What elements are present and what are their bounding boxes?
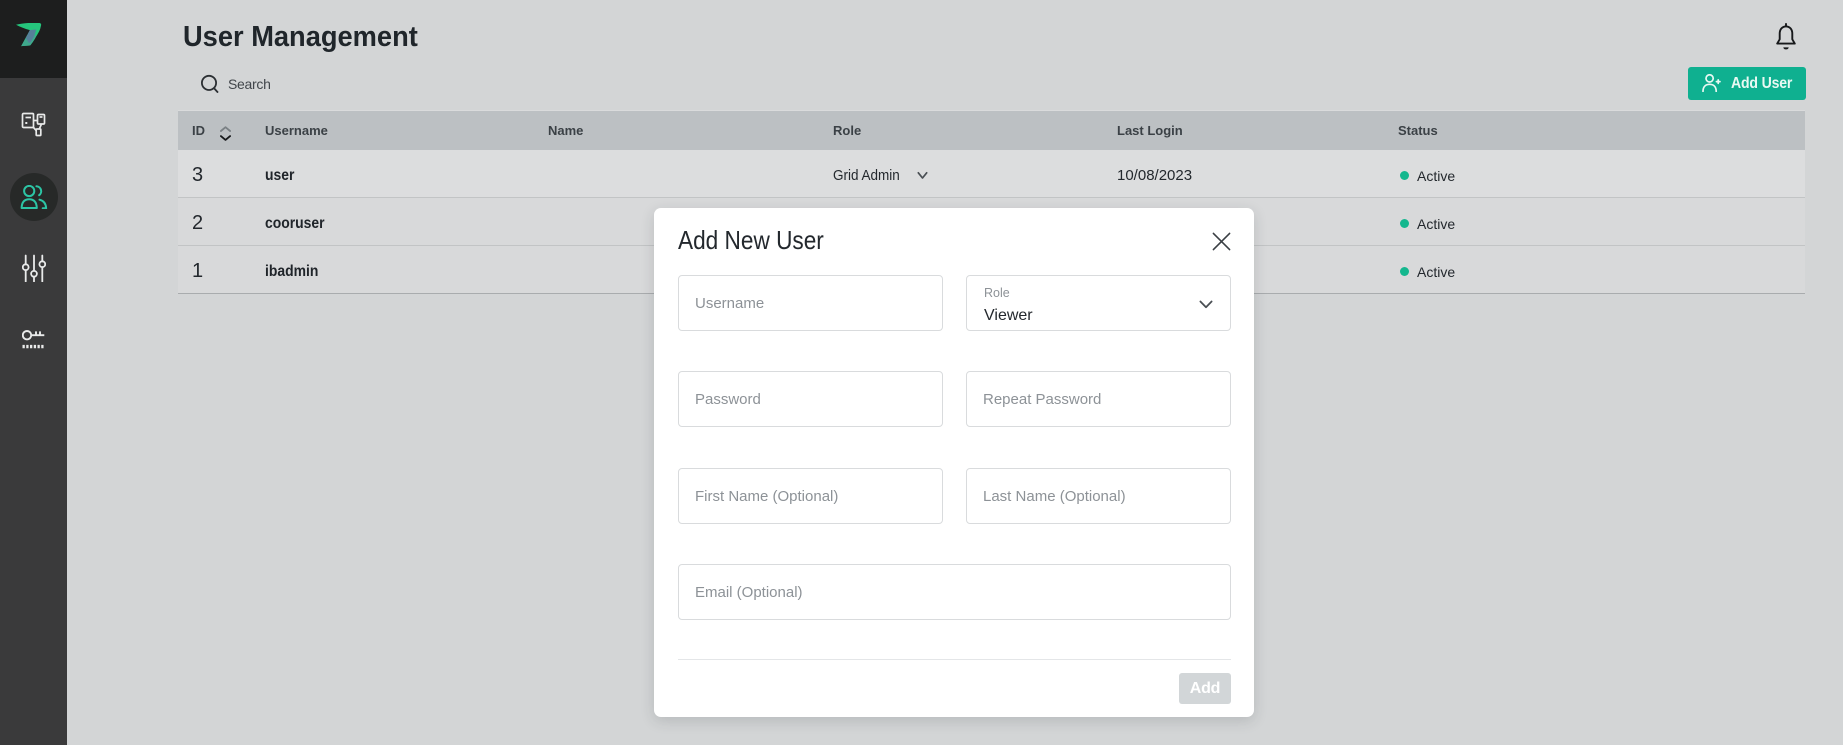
add-user-button[interactable]: Add User: [1688, 67, 1806, 100]
search-input[interactable]: Search: [201, 74, 271, 93]
cell-id: 2: [192, 212, 265, 235]
cell-username: user: [265, 167, 511, 185]
page-title: User Management: [183, 21, 418, 54]
add-user-label: Add User: [1731, 75, 1792, 93]
repeat-password-input[interactable]: [967, 372, 1230, 426]
role-select[interactable]: Role Viewer: [966, 275, 1231, 331]
status-dot-icon: [1400, 171, 1409, 180]
role-select-label: Role: [984, 286, 1010, 300]
username-input[interactable]: [679, 276, 942, 330]
column-header-name[interactable]: Name: [548, 123, 833, 138]
column-header-id[interactable]: ID: [192, 121, 265, 141]
chevron-down-icon: [917, 171, 928, 180]
role-dropdown[interactable]: Grid Admin: [833, 167, 1117, 184]
status-label: Active: [1417, 216, 1455, 232]
password-input[interactable]: [679, 372, 942, 426]
settings-icon: [22, 254, 46, 282]
close-icon: [1212, 232, 1231, 251]
logo-icon: [16, 23, 42, 47]
email-field[interactable]: [678, 564, 1231, 620]
cell-username: ibadmin: [265, 263, 511, 281]
status-dot-icon: [1400, 219, 1409, 228]
last-name-input[interactable]: [967, 469, 1230, 523]
password-field[interactable]: [678, 371, 943, 427]
status-label: Active: [1417, 168, 1455, 184]
role-select-value: Viewer: [984, 307, 1033, 325]
column-header-username[interactable]: Username: [265, 123, 548, 138]
column-header-last-login[interactable]: Last Login: [1117, 123, 1398, 138]
column-header-status[interactable]: Status: [1398, 123, 1805, 138]
first-name-field[interactable]: [678, 468, 943, 524]
sidebar-item-access-keys[interactable]: [0, 310, 67, 368]
app-logo[interactable]: [0, 0, 67, 78]
add-user-icon: [1702, 74, 1721, 92]
cell-id: 1: [192, 260, 265, 283]
email-input[interactable]: [679, 565, 1230, 619]
status-label: Active: [1417, 264, 1455, 280]
last-name-field[interactable]: [966, 468, 1231, 524]
first-name-input[interactable]: [679, 469, 942, 523]
sidebar-item-settings[interactable]: [0, 239, 67, 297]
cluster-icon: [21, 111, 46, 137]
modal-footer-divider: [678, 659, 1231, 660]
users-icon: [20, 185, 48, 209]
search-placeholder: Search: [228, 76, 271, 92]
modal-title: Add New User: [678, 225, 824, 256]
bell-icon: [1775, 22, 1797, 51]
search-icon: [201, 74, 219, 93]
cell-last-login: 10/08/2023: [1117, 167, 1398, 184]
table-row[interactable]: 3user Grid Admin 10/08/2023 Active: [178, 150, 1805, 198]
chevron-down-icon: [1199, 300, 1213, 309]
username-field[interactable]: [678, 275, 943, 331]
notifications-bell-button[interactable]: [1775, 22, 1797, 51]
column-header-role[interactable]: Role: [833, 123, 1117, 138]
role-value: Grid Admin: [833, 167, 900, 184]
add-submit-button[interactable]: Add: [1179, 673, 1231, 704]
sidebar: [0, 0, 67, 745]
cell-username: cooruser: [265, 215, 511, 233]
sidebar-item-users[interactable]: [0, 168, 67, 226]
cell-status: Active: [1398, 168, 1805, 184]
key-icon: [22, 330, 45, 349]
cell-status: Active: [1398, 264, 1805, 280]
cell-id: 3: [192, 164, 265, 187]
add-new-user-modal: Add New User Role Viewer Add: [654, 208, 1254, 717]
modal-close-button[interactable]: [1212, 232, 1231, 251]
table-header-row: ID Username Name Role Last Login Status: [178, 110, 1805, 150]
sidebar-item-cluster[interactable]: [0, 95, 67, 153]
cell-status: Active: [1398, 216, 1805, 232]
sort-icon[interactable]: [220, 126, 231, 141]
repeat-password-field[interactable]: [966, 371, 1231, 427]
status-dot-icon: [1400, 267, 1409, 276]
